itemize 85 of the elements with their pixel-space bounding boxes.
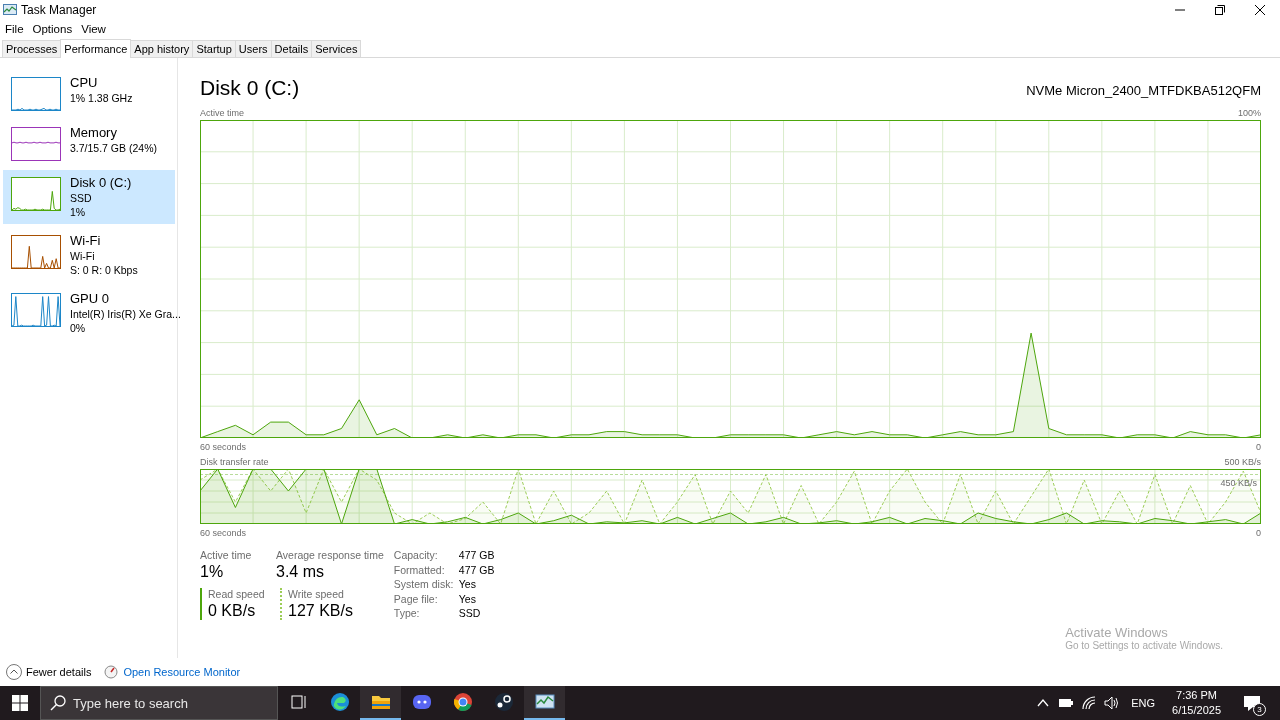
stat-label: Active time xyxy=(200,549,253,561)
stat-value: 3.4 ms xyxy=(276,563,325,581)
sidebar-title: Memory xyxy=(70,125,118,141)
notification-button[interactable]: 3 xyxy=(1234,686,1270,720)
disk-title: Disk 0 (C:) xyxy=(200,76,300,100)
stat-value: 1% xyxy=(200,563,225,581)
menu-item[interactable]: View xyxy=(81,23,106,35)
close-icon xyxy=(1255,5,1265,15)
search-field[interactable]: Type here to search xyxy=(40,686,278,720)
sidebar-detail: Intel(R) Iris(R) Xe Gra... xyxy=(70,307,181,321)
sidebar-item[interactable]: Memory 3.7/15.7 GB (24%) xyxy=(3,120,175,166)
sidebar-title: CPU xyxy=(70,75,99,91)
tab[interactable]: Users xyxy=(234,40,272,57)
activation-title: Activate Windows xyxy=(1065,625,1169,640)
sidebar-item[interactable]: CPU 1% 1.38 GHz xyxy=(3,70,175,116)
reference-label: 450 KB/s xyxy=(1220,478,1257,488)
fewer-details-button[interactable]: Fewer details xyxy=(6,664,92,680)
property-value: 477 GB xyxy=(458,563,495,577)
search-icon xyxy=(50,695,66,711)
language-indicator[interactable]: ENG xyxy=(1131,697,1156,709)
tab[interactable]: Details xyxy=(270,40,313,57)
sidebar-item[interactable]: Disk 0 (C:) SSD 1% xyxy=(3,170,175,224)
property-label: Formatted: xyxy=(393,563,446,577)
taskbar-app[interactable] xyxy=(360,686,401,720)
browser-icon xyxy=(329,692,350,712)
sidebar-detail: SSD xyxy=(70,191,93,205)
sidebar-title: GPU 0 xyxy=(70,291,110,307)
axis-label: 500 KB/s xyxy=(1224,457,1261,467)
chat-icon xyxy=(411,692,432,712)
sidebar-title: Disk 0 (C:) xyxy=(70,175,132,191)
menu-item[interactable]: Options xyxy=(32,23,73,35)
resource-monitor-link[interactable]: Open Resource Monitor xyxy=(123,666,241,678)
axis-label: 60 seconds xyxy=(200,528,247,538)
property-value: SSD xyxy=(458,607,482,620)
tab[interactable]: Services xyxy=(311,40,362,57)
app-icon xyxy=(3,4,17,16)
clock-date: 6/15/2025 xyxy=(1172,703,1221,718)
sidebar-item[interactable]: Wi-Fi Wi-Fi S: 0 R: 0 Kbps xyxy=(3,228,175,282)
menu-item[interactable]: File xyxy=(5,23,24,35)
sidebar-detail: S: 0 R: 0 Kbps xyxy=(70,263,138,277)
clock[interactable]: 7:36 PM 6/15/2025 xyxy=(1166,688,1227,718)
sidebar-detail: 3.7/15.7 GB (24%) xyxy=(70,141,157,155)
tab[interactable]: Performance xyxy=(60,39,132,58)
window-title: Task Manager xyxy=(21,3,97,17)
axis-label: 0 xyxy=(1256,442,1261,452)
property-value: Yes xyxy=(458,592,477,606)
wifi-icon[interactable] xyxy=(1081,695,1098,711)
activation-message: Go to Settings to activate Windows. xyxy=(1065,640,1223,651)
sidebar-detail: Wi-Fi xyxy=(70,249,96,263)
sidebar-title: Wi-Fi xyxy=(70,233,102,249)
stat-value: 127 KB/s xyxy=(288,602,353,620)
property-label: System disk: xyxy=(393,578,455,591)
tab[interactable]: Startup xyxy=(192,40,236,57)
speaker-icon[interactable] xyxy=(1104,695,1121,711)
property-value: Yes xyxy=(458,578,477,591)
task-manager-icon xyxy=(534,692,555,712)
axis-label: 60 seconds xyxy=(200,442,247,452)
axis-label: 0 xyxy=(1256,528,1261,538)
stat-value: 0 KB/s xyxy=(208,602,257,620)
taskbar-app[interactable] xyxy=(524,686,565,720)
sidebar-detail: 1% xyxy=(70,205,87,219)
stat-label: Read speed xyxy=(208,588,265,600)
game-launcher-icon xyxy=(493,692,514,712)
notification-count: 3 xyxy=(1253,703,1266,716)
stat-label: Write speed xyxy=(288,588,345,600)
sidebar-detail: 0% xyxy=(70,321,87,335)
stat-label: Average response time xyxy=(276,549,384,561)
restore-icon xyxy=(1215,5,1225,15)
collapse-icon xyxy=(6,664,22,680)
graph-title: Disk transfer rate xyxy=(200,457,269,467)
axis-label: 100% xyxy=(1237,108,1261,118)
browser-icon xyxy=(452,692,473,712)
clock-time: 7:36 PM xyxy=(1176,688,1217,703)
task-view-icon xyxy=(288,692,309,712)
property-label: Type: xyxy=(393,607,421,620)
tab[interactable]: Processes xyxy=(2,40,62,57)
device-name: NVMe Micron_2400_MTFDKBA512QFM xyxy=(1026,83,1261,98)
property-label: Capacity: xyxy=(393,549,439,562)
property-label: Page file: xyxy=(393,592,439,606)
graph-title: Active time xyxy=(200,108,244,118)
property-value: 477 GB xyxy=(458,549,495,562)
windows-logo-icon xyxy=(12,695,28,711)
tab[interactable]: App history xyxy=(130,40,194,57)
gauge-icon xyxy=(104,665,119,679)
sidebar-detail: 1% 1.38 GHz xyxy=(70,91,133,105)
